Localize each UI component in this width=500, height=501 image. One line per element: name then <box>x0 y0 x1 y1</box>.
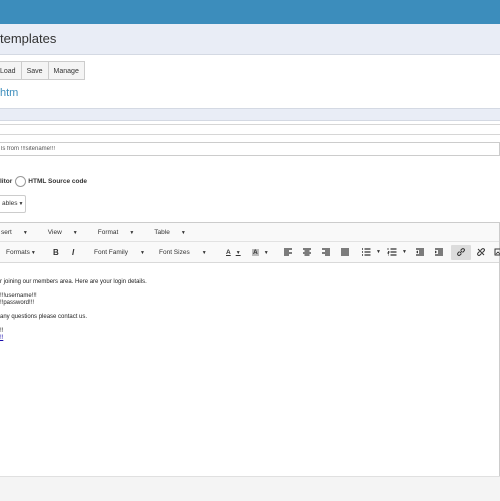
menu-format[interactable]: Format ▼ <box>98 229 145 236</box>
template-actions: Load Save Manage <box>0 61 85 80</box>
content-line: any questions please contact us. <box>0 314 88 320</box>
align-left-icon[interactable] <box>283 247 293 257</box>
html-source-label: HTML Source code <box>28 177 88 185</box>
formats-dropdown[interactable]: Formats▼ <box>6 246 36 259</box>
align-center-icon[interactable] <box>302 247 312 257</box>
variables-dropdown[interactable]: ables▼ <box>0 195 26 213</box>
editor-mode-options: litor HTML Source code <box>0 174 87 188</box>
content-line: !! <box>0 328 4 334</box>
image-icon[interactable] <box>494 247 500 257</box>
template-name: htm <box>0 87 19 99</box>
content-link[interactable]: !! <box>0 335 3 342</box>
text-color-button[interactable]: A ▼ <box>226 246 241 259</box>
variables-label: ables <box>2 200 18 207</box>
editor-mode-option-label: litor <box>0 177 13 185</box>
font-sizes-dropdown[interactable]: Font Sizes ▼ <box>159 246 207 259</box>
field-row <box>0 124 500 135</box>
outdent-icon[interactable] <box>415 247 425 257</box>
section-divider <box>0 108 500 121</box>
chevron-down-icon: ▼ <box>18 201 24 207</box>
numbered-list-dropdown-icon[interactable]: ▼ <box>402 246 407 259</box>
font-family-dropdown[interactable]: Font Family ▼ <box>94 246 145 259</box>
load-button[interactable]: Load <box>0 61 22 80</box>
save-button[interactable]: Save <box>20 61 49 80</box>
menu-view[interactable]: View ▼ <box>48 229 88 236</box>
italic-button[interactable]: I <box>72 246 74 259</box>
top-nav-bar <box>0 0 500 24</box>
manage-button[interactable]: Manage <box>47 61 85 80</box>
editor-menubar: sert ▼ View ▼ Format ▼ Table ▼ <box>0 223 499 241</box>
content-line: r joining our members area. Here are you… <box>0 279 147 285</box>
subject-input[interactable] <box>0 142 500 156</box>
bold-button[interactable]: B <box>53 246 59 259</box>
bullet-list-dropdown-icon[interactable]: ▼ <box>376 246 381 259</box>
indent-icon[interactable] <box>434 247 444 257</box>
bullet-list-icon[interactable] <box>361 247 371 257</box>
numbered-list-icon[interactable] <box>387 247 397 257</box>
align-justify-icon[interactable] <box>340 247 350 257</box>
content-line: !!!username!!! <box>0 293 37 299</box>
menu-insert[interactable]: sert ▼ <box>1 229 38 236</box>
background-color-button[interactable]: A ▼ <box>252 246 269 259</box>
page-header: templates <box>0 24 500 55</box>
page-title: templates <box>0 31 57 46</box>
menu-table[interactable]: Table ▼ <box>154 229 196 236</box>
link-icon[interactable] <box>456 247 466 257</box>
rich-text-editor: sert ▼ View ▼ Format ▼ Table ▼ Formats▼ B I … <box>0 222 500 478</box>
align-right-icon[interactable] <box>321 247 331 257</box>
unlink-icon[interactable] <box>476 247 486 257</box>
editor-toolbar: Formats▼ B I Font Family ▼ Font Sizes ▼ A ▼… <box>0 241 500 263</box>
content-line: !!password!!! <box>0 300 35 306</box>
html-source-radio[interactable] <box>15 175 27 187</box>
page-footer <box>0 476 500 501</box>
